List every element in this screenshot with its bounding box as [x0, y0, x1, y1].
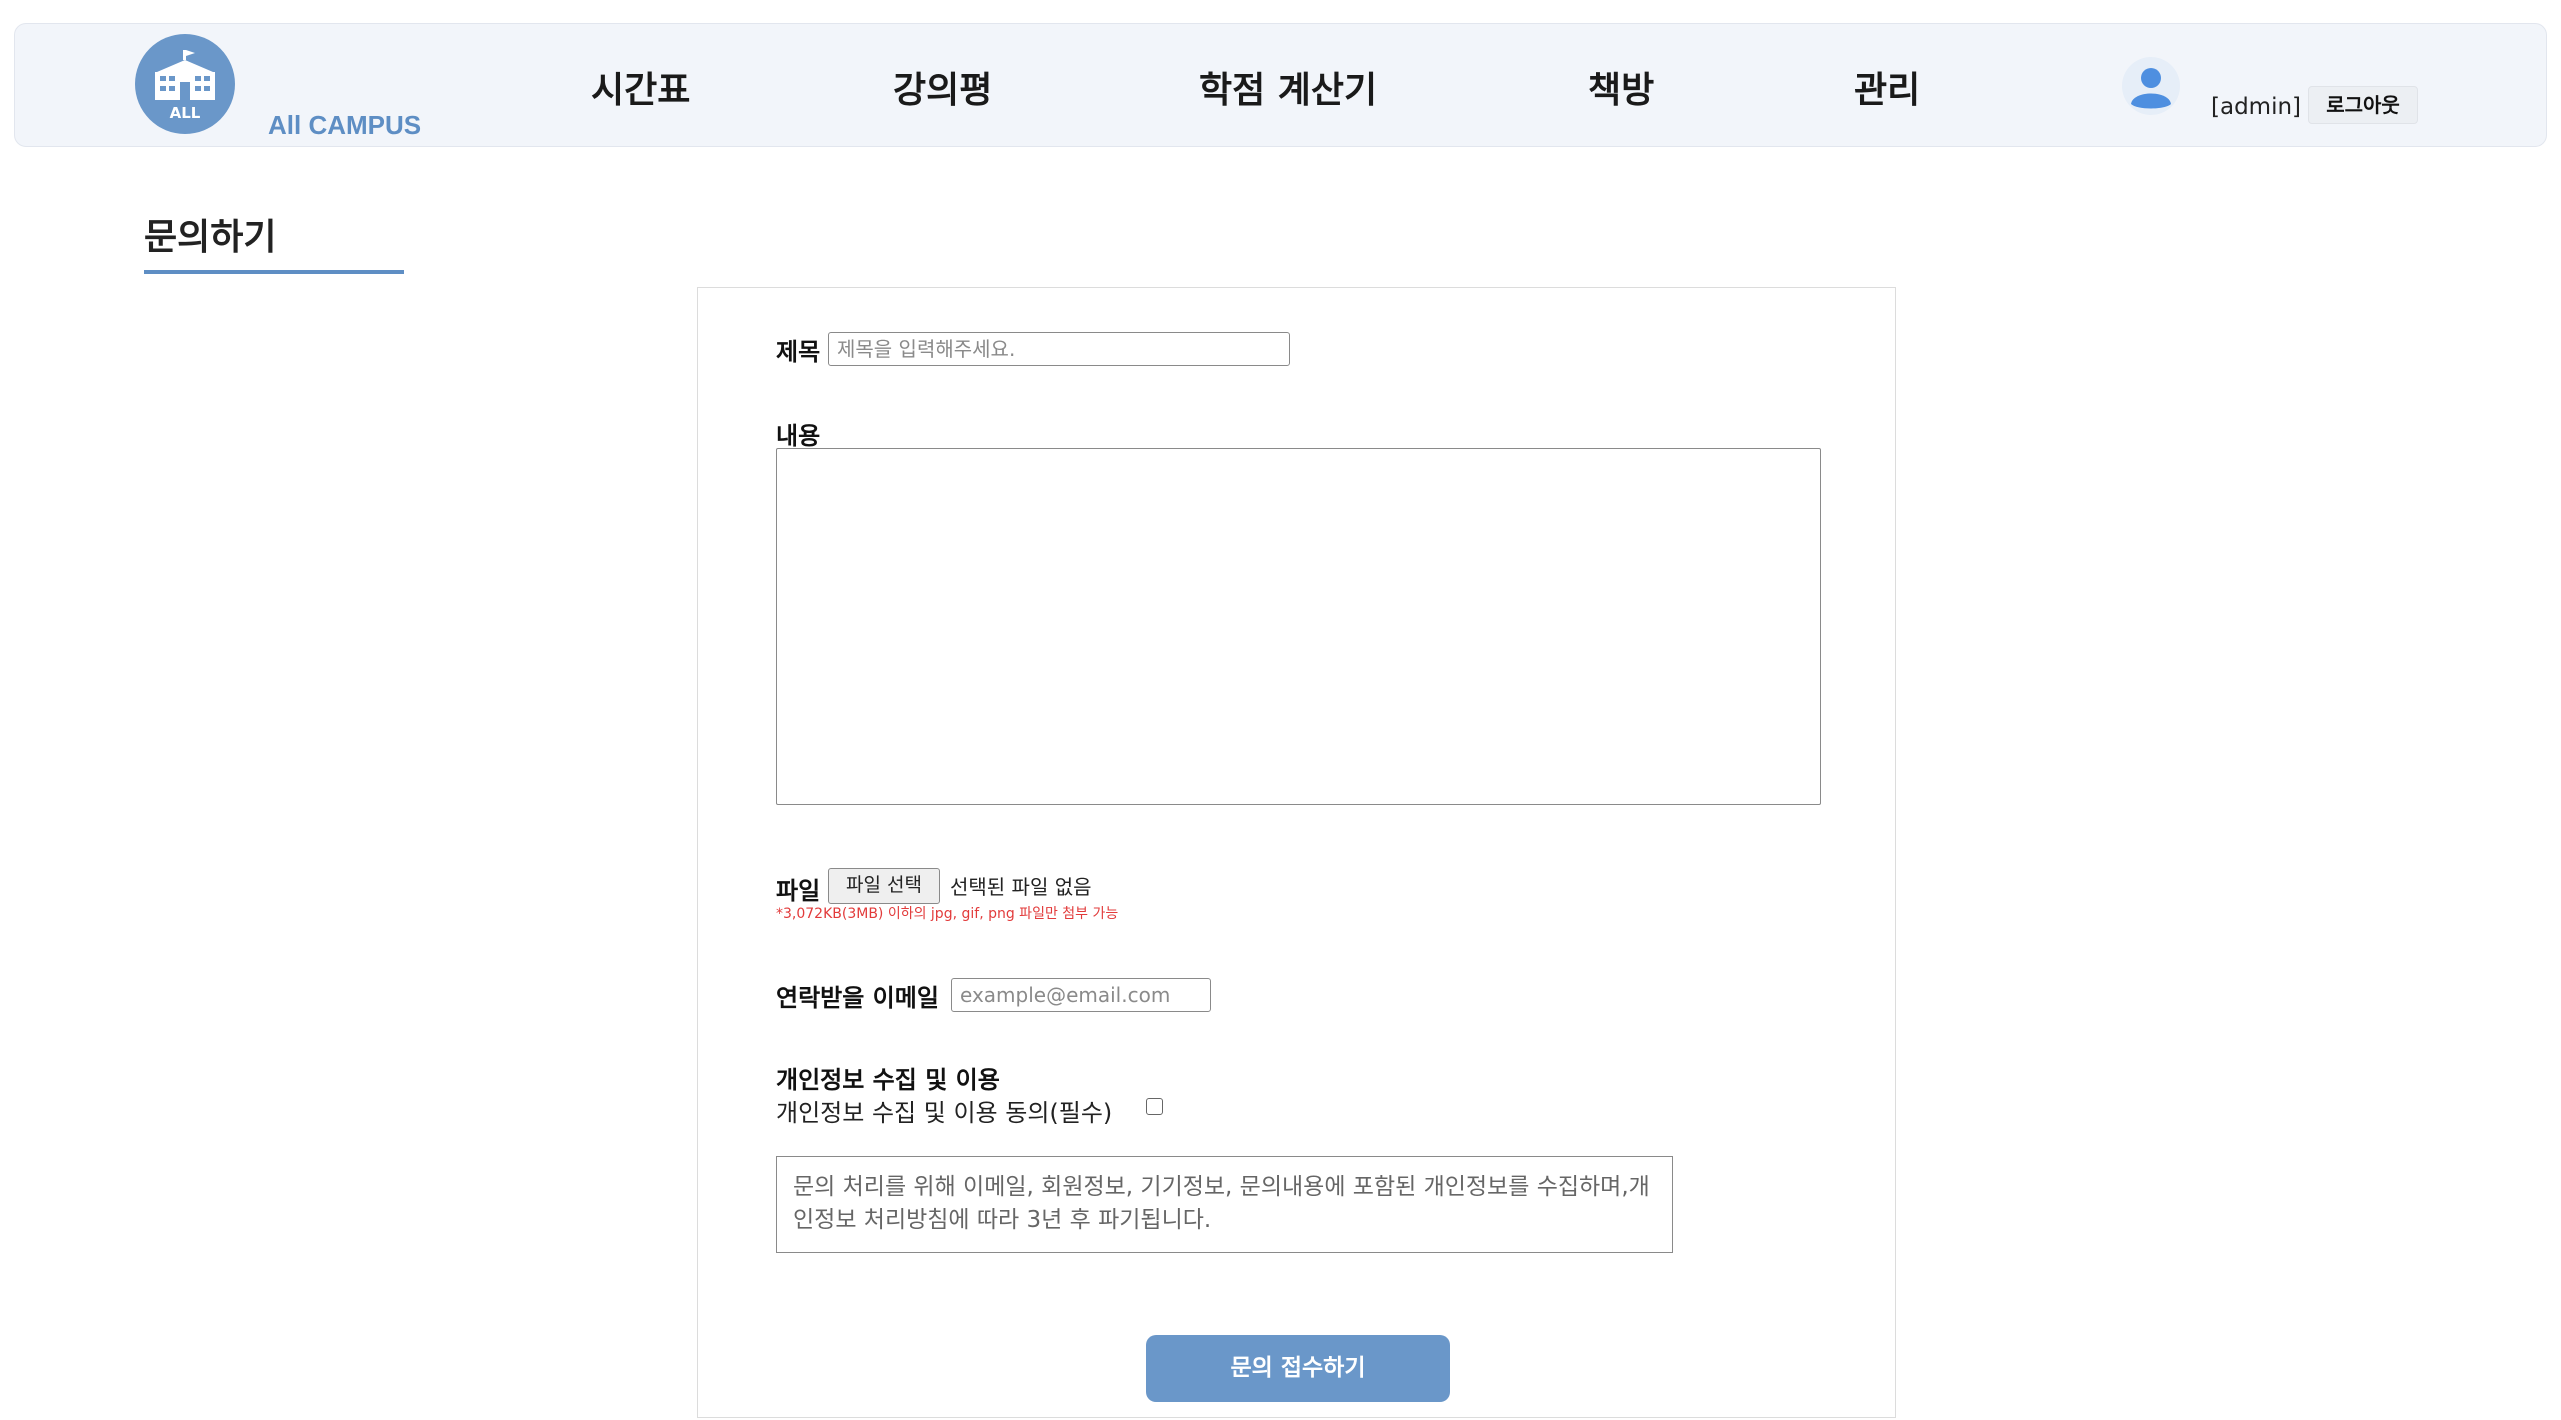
file-note: *3,072KB(3MB) 이하의 jpg, gif, png 파일만 첨부 가…: [776, 906, 1119, 922]
nav-grade-calculator[interactable]: 학점 계산기: [1199, 61, 1377, 113]
privacy-heading: 개인정보 수집 및 이용: [776, 1066, 1000, 1094]
content-label: 내용: [776, 422, 821, 450]
title-input[interactable]: [828, 332, 1290, 366]
privacy-notice: 문의 처리를 위해 이메일, 회원정보, 기기정보, 문의내용에 포함된 개인정…: [776, 1156, 1673, 1253]
user-label: [admin]: [2211, 94, 2302, 120]
privacy-consent-checkbox[interactable]: [1146, 1098, 1163, 1115]
logout-button[interactable]: 로그아웃: [2308, 86, 2418, 124]
file-status: 선택된 파일 없음: [950, 875, 1092, 899]
inquiry-form: 제목 내용 파일 파일 선택 선택된 파일 없음 *3,072KB(3MB) 이…: [697, 287, 1896, 1418]
nav-bookstore[interactable]: 책방: [1588, 61, 1654, 113]
logo-text[interactable]: All CAMPUS: [268, 110, 421, 141]
email-label: 연락받을 이메일: [776, 984, 939, 1012]
logo[interactable]: ALL: [135, 34, 235, 134]
privacy-consent-label: 개인정보 수집 및 이용 동의(필수): [776, 1099, 1113, 1127]
submit-inquiry-button[interactable]: 문의 접수하기: [1146, 1335, 1450, 1402]
logo-abbr: ALL: [169, 104, 201, 122]
nav-timetable[interactable]: 시간표: [591, 61, 690, 113]
top-header: ALL All CAMPUS 시간표 강의평 학점 계산기 책방 관리 [adm…: [14, 23, 2547, 147]
page-title: 문의하기: [144, 217, 277, 258]
title-label: 제목: [776, 338, 821, 366]
nav-course-reviews[interactable]: 강의평: [893, 61, 992, 113]
email-input[interactable]: [951, 978, 1211, 1012]
title-underline: [144, 270, 404, 274]
file-select-button[interactable]: 파일 선택: [828, 868, 940, 904]
nav-admin[interactable]: 관리: [1854, 61, 1920, 113]
user-avatar-icon[interactable]: [2121, 56, 2181, 116]
file-label: 파일: [776, 877, 821, 905]
content-textarea[interactable]: [776, 448, 1821, 805]
